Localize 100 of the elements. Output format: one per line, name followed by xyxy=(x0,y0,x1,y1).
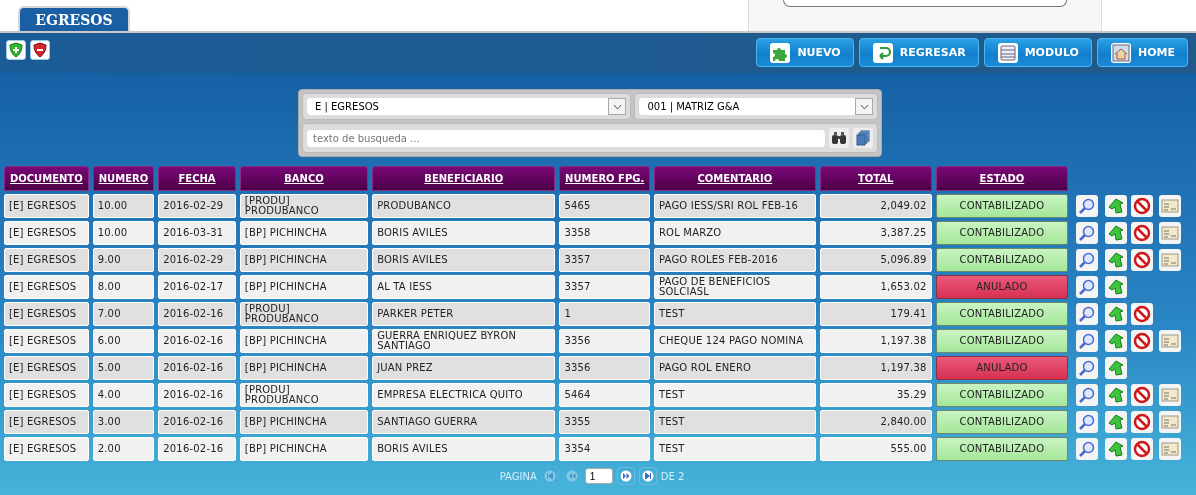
type-select[interactable]: E | EGRESOS xyxy=(307,98,627,115)
status-badge: CONTABILIZADO xyxy=(935,437,1069,461)
table-cell: BORIS AVILES xyxy=(372,437,556,461)
input-field[interactable] xyxy=(783,0,1067,7)
table-cell: SANTIAGO GUERRA xyxy=(372,410,556,434)
table-cell: 2,840.00 xyxy=(819,410,932,434)
table-cell: 5.00 xyxy=(92,356,155,380)
search-icon[interactable] xyxy=(1076,222,1099,244)
column-header[interactable]: TOTAL xyxy=(819,166,932,191)
tab[interactable]: EGRESOS xyxy=(18,6,130,31)
status-badge: CONTABILIZADO xyxy=(935,383,1069,407)
column-header[interactable]: COMENTARIO xyxy=(653,166,816,191)
status-badge: CONTABILIZADO xyxy=(935,194,1069,218)
document-icon[interactable] xyxy=(1159,411,1182,433)
branch-select[interactable]: 001 | MATRIZ G&A xyxy=(639,98,873,115)
search-icon[interactable] xyxy=(1076,330,1099,352)
search-icon[interactable] xyxy=(1076,303,1099,325)
table-cell: 3,387.25 xyxy=(819,221,932,245)
table-cell: 5,096.89 xyxy=(819,248,932,272)
table-cell: 1,197.38 xyxy=(819,356,932,380)
table-cell: 4.00 xyxy=(92,383,155,407)
page-field[interactable]: 1 xyxy=(584,468,613,484)
prohibited-icon[interactable] xyxy=(1131,222,1154,244)
table-cell: 2016-02-16 xyxy=(158,302,236,326)
document-icon[interactable] xyxy=(1159,249,1182,271)
page-count: DE 2 xyxy=(660,470,685,482)
prohibited-icon[interactable] xyxy=(1131,438,1154,460)
column-header[interactable]: ESTADO xyxy=(935,166,1069,191)
column-header[interactable]: BENEFICIARIO xyxy=(372,166,556,191)
document-icon[interactable] xyxy=(1159,330,1182,352)
prohibited-icon[interactable] xyxy=(1131,330,1154,352)
search-icon[interactable] xyxy=(1076,276,1099,298)
toolbar-button[interactable]: REGRESAR xyxy=(858,38,979,67)
column-header[interactable]: FECHA xyxy=(158,166,236,191)
add-shield-icon[interactable] xyxy=(6,40,26,60)
column-header[interactable]: NUMERO xyxy=(92,166,155,191)
next-page-icon[interactable] xyxy=(616,467,635,485)
table-cell: BORIS AVILES xyxy=(372,221,556,245)
table-cell: 3356 xyxy=(559,329,650,353)
table-cell: 3.00 xyxy=(92,410,155,434)
search-icon[interactable] xyxy=(1076,195,1099,217)
caret-icon xyxy=(608,98,627,115)
toolbar-button[interactable]: NUEVO xyxy=(756,38,854,67)
table-cell: AL TA IESS xyxy=(372,275,556,299)
table-cell: 3357 xyxy=(559,275,650,299)
table-cell: CHEQUE 124 PAGO NOMINA xyxy=(653,329,816,353)
document-icon[interactable] xyxy=(1159,384,1182,406)
table-cell: 10.00 xyxy=(92,194,155,218)
prohibited-icon[interactable] xyxy=(1131,303,1154,325)
table-cell: [E] EGRESOS xyxy=(4,383,89,407)
search-icon[interactable] xyxy=(1076,411,1099,433)
table-cell: 2016-02-29 xyxy=(158,194,236,218)
table-cell: [E] EGRESOS xyxy=(4,329,89,353)
prohibited-icon[interactable] xyxy=(1131,249,1154,271)
table-cell: [BP] PICHINCHA xyxy=(239,221,369,245)
search-icon[interactable] xyxy=(1076,249,1099,271)
table-cell: [E] EGRESOS xyxy=(4,410,89,434)
binoculars-icon[interactable] xyxy=(829,128,849,148)
toolbar-button[interactable]: MODULO xyxy=(983,38,1092,67)
table-cell: 2,049.02 xyxy=(819,194,932,218)
table-cell: [BP] PICHINCHA xyxy=(239,437,369,461)
toolbar-button[interactable]: HOME xyxy=(1096,38,1188,67)
search-icon[interactable] xyxy=(1076,357,1099,379)
table-cell: 2016-02-16 xyxy=(158,329,236,353)
prohibited-icon[interactable] xyxy=(1131,411,1154,433)
status-badge: CONTABILIZADO xyxy=(935,221,1069,245)
table-cell: [PRODU] PRODUBANCO xyxy=(239,194,369,218)
document-icon[interactable] xyxy=(1159,222,1182,244)
status-badge: CONTABILIZADO xyxy=(935,302,1069,326)
document-icon[interactable] xyxy=(1159,438,1182,460)
prohibited-icon[interactable] xyxy=(1131,195,1154,217)
table-cell: 8.00 xyxy=(92,275,155,299)
table-cell: [E] EGRESOS xyxy=(4,221,89,245)
table-cell: 5464 xyxy=(559,383,650,407)
table-cell: PAGO ROL ENERO xyxy=(653,356,816,380)
prohibited-icon[interactable] xyxy=(1131,384,1154,406)
table-cell: [BP] PICHINCHA xyxy=(239,356,369,380)
column-header[interactable]: NUMERO FPG. xyxy=(559,166,650,191)
table-cell: ROL MARZO xyxy=(653,221,816,245)
table-cell: 7.00 xyxy=(92,302,155,326)
table-cell: 3357 xyxy=(559,248,650,272)
table-cell: 1,197.38 xyxy=(819,329,932,353)
column-header[interactable]: DOCUMENTO xyxy=(4,166,89,191)
table-cell: 35.29 xyxy=(819,383,932,407)
table-cell: 2016-03-31 xyxy=(158,221,236,245)
copy-icon[interactable] xyxy=(853,128,873,148)
column-header[interactable]: BANCO xyxy=(239,166,369,191)
search-icon[interactable] xyxy=(1076,438,1099,460)
table-cell: [E] EGRESOS xyxy=(4,302,89,326)
search-field[interactable]: texto de busqueda ... xyxy=(307,129,825,147)
search-icon[interactable] xyxy=(1076,384,1099,406)
document-icon[interactable] xyxy=(1159,195,1182,217)
table-cell: 2016-02-16 xyxy=(158,356,236,380)
table-cell: 5465 xyxy=(559,194,650,218)
table-cell: [E] EGRESOS xyxy=(4,437,89,461)
table-cell: 2016-02-17 xyxy=(158,275,236,299)
table-cell: [BP] PICHINCHA xyxy=(239,329,369,353)
last-page-icon[interactable] xyxy=(638,467,657,485)
status-badge: CONTABILIZADO xyxy=(935,248,1069,272)
remove-shield-icon[interactable] xyxy=(30,40,50,60)
